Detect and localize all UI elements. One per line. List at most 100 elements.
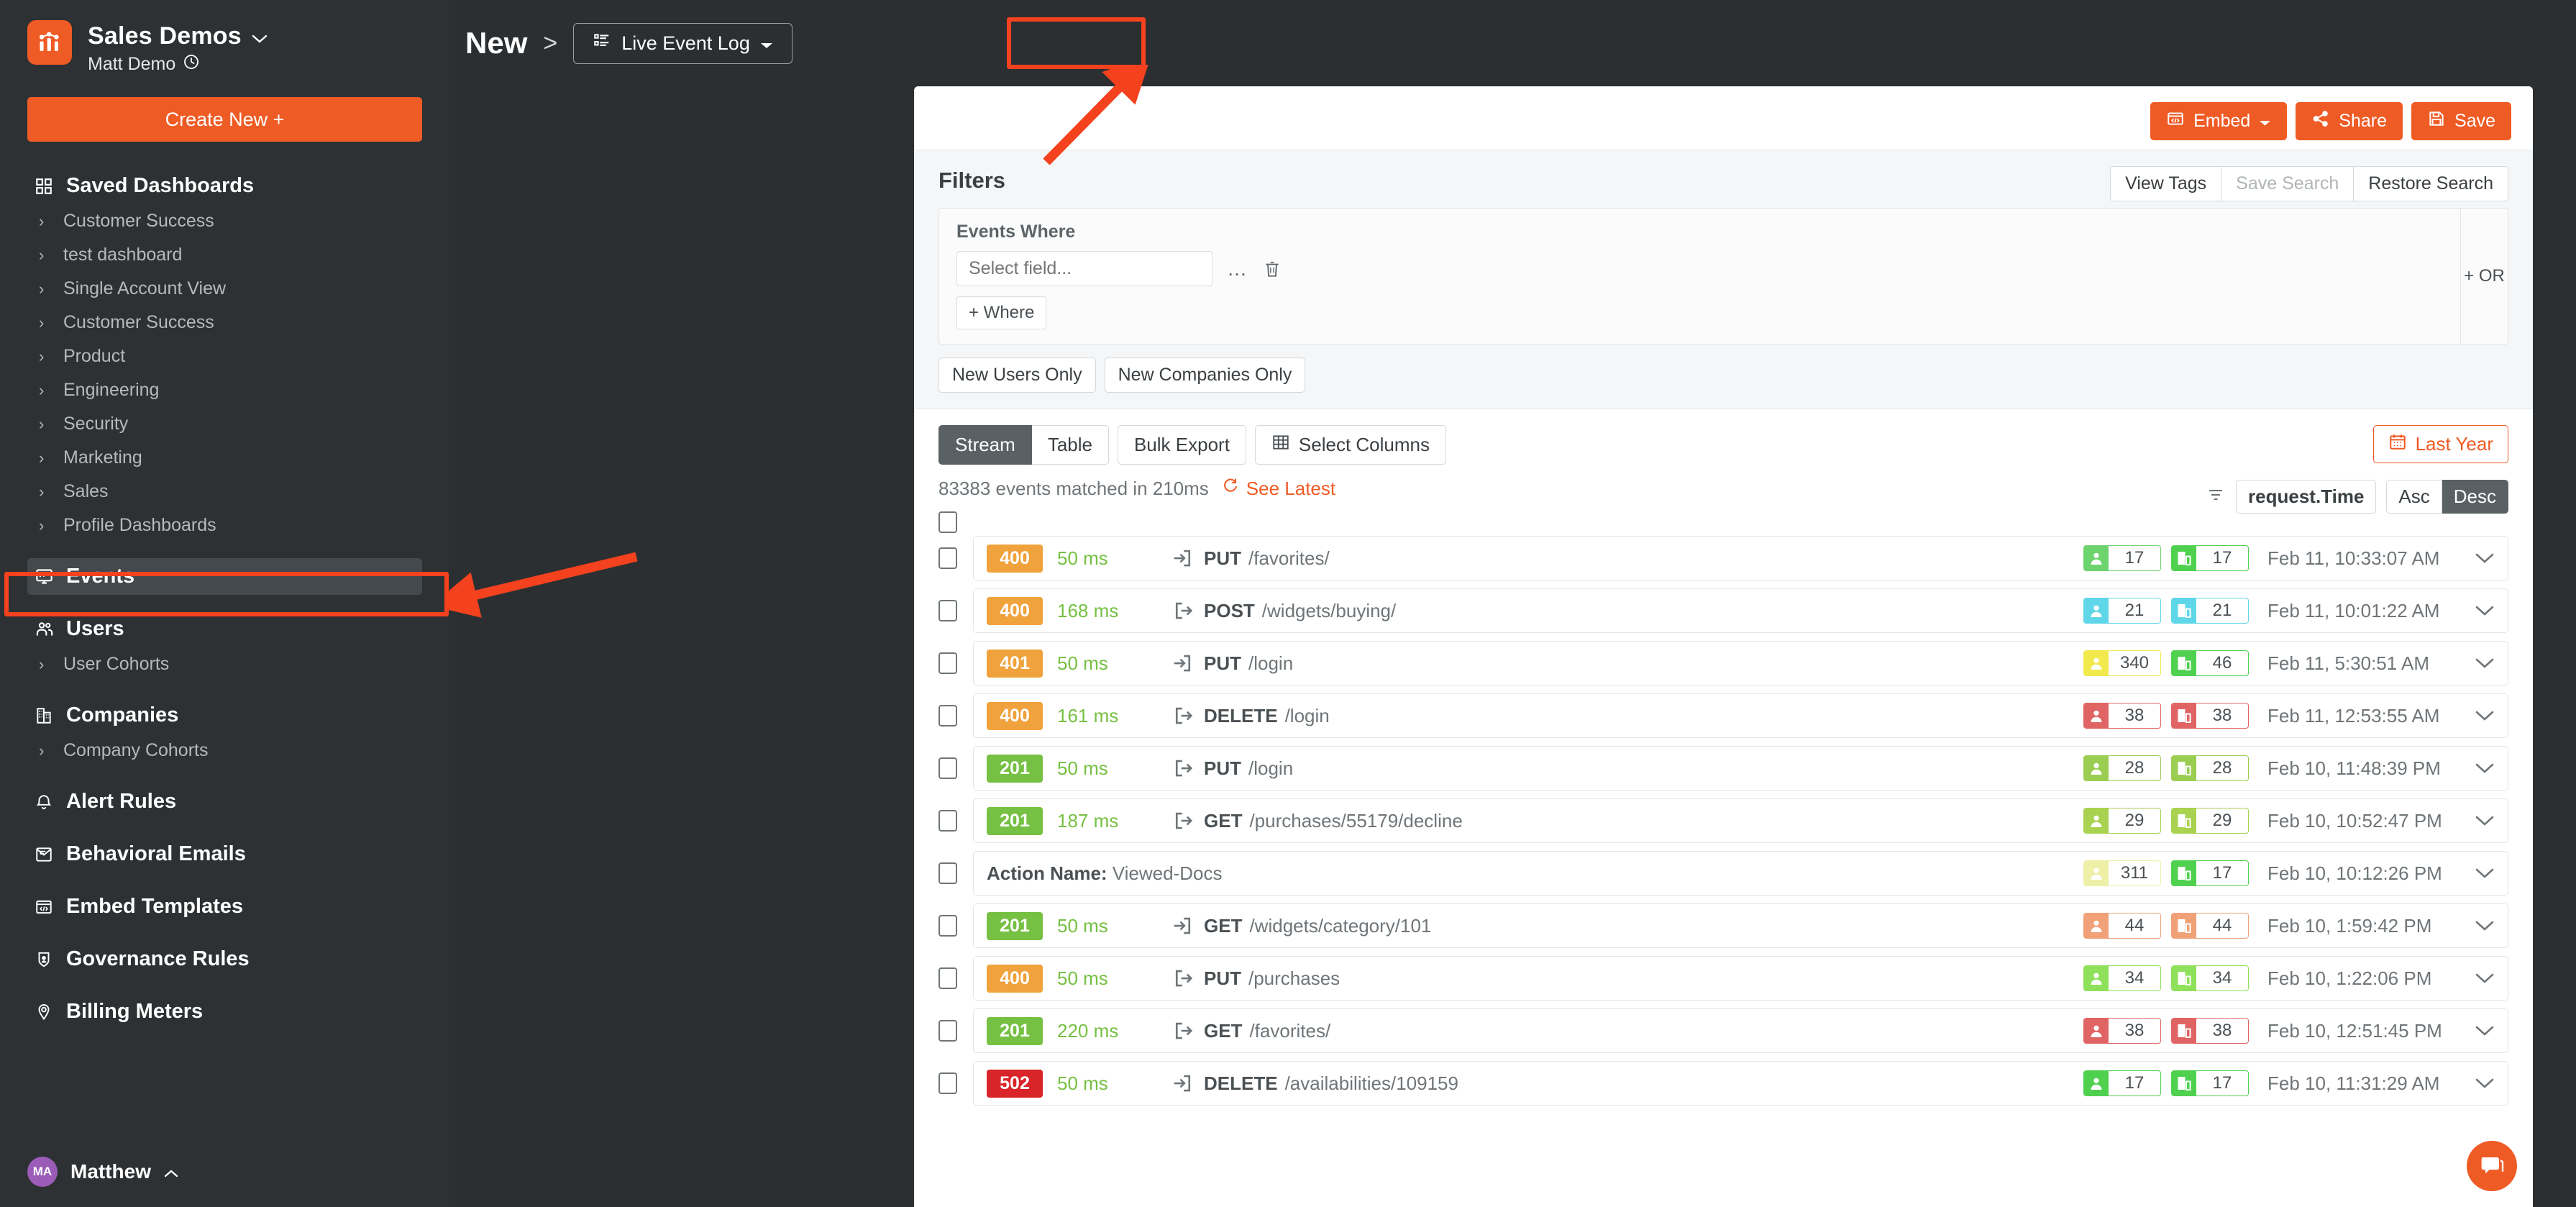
restore-search-button[interactable]: Restore Search	[2354, 166, 2508, 201]
tab-stream[interactable]: Stream	[938, 425, 1032, 465]
create-new-button[interactable]: Create New +	[27, 97, 422, 142]
user-count-value: 21	[2124, 601, 2145, 620]
sidebar-item-billing-meters[interactable]: Billing Meters	[27, 993, 422, 1030]
row-checkbox[interactable]	[938, 705, 957, 727]
sort-desc-button[interactable]: Desc	[2442, 480, 2508, 514]
add-where-button[interactable]: + Where	[956, 296, 1047, 329]
new-users-only-chip[interactable]: New Users Only	[938, 357, 1096, 393]
http-method: DELETE	[1204, 704, 1278, 727]
bulk-export-button[interactable]: Bulk Export	[1117, 425, 1246, 465]
row-checkbox[interactable]	[938, 600, 957, 621]
company-count-badge: 29	[2171, 808, 2249, 834]
sidebar-item-saved-dashboards[interactable]: Saved Dashboards	[27, 168, 422, 204]
row-checkbox[interactable]	[938, 1072, 957, 1094]
sidebar-item-companies[interactable]: Companies	[27, 697, 422, 734]
expand-row-icon[interactable]	[2475, 762, 2495, 775]
expand-row-icon[interactable]	[2475, 867, 2495, 880]
embed-button[interactable]: Embed	[2150, 102, 2288, 140]
sidebar-item-dashboard[interactable]: › Profile Dashboards	[27, 509, 422, 542]
add-or-button[interactable]: + OR	[2460, 209, 2508, 344]
table-row[interactable]: 502 50 ms DELETE/availabilities/109159 17 17…	[938, 1061, 2508, 1106]
table-row[interactable]: 401 50 ms PUT/login 340 46 Feb 11, 5:30:51 AM	[938, 641, 2508, 686]
share-button[interactable]: Share	[2296, 102, 2403, 140]
select-columns-button[interactable]: Select Columns	[1254, 425, 1446, 465]
event-card[interactable]: 201 50 ms PUT/login 28 28 Feb 10, 11:48:39 PM	[973, 746, 2508, 791]
row-checkbox[interactable]	[938, 915, 957, 937]
event-card[interactable]: 201 187 ms GET/purchases/55179/decline 29 29…	[973, 798, 2508, 843]
sidebar-item-dashboard[interactable]: › Security	[27, 407, 422, 441]
expand-row-icon[interactable]	[2475, 814, 2495, 827]
event-card[interactable]: Action Name: Viewed-Docs 311 17 Feb 10, 10:…	[973, 851, 2508, 896]
sort-asc-button[interactable]: Asc	[2386, 480, 2442, 514]
date-range-label: Last Year	[2415, 433, 2493, 455]
workspace-switcher[interactable]: Sales Demos Matt Demo	[27, 0, 422, 76]
sidebar-item-dashboard[interactable]: › test dashboard	[27, 238, 422, 272]
tab-table[interactable]: Table	[1031, 425, 1109, 465]
sidebar-item-events[interactable]: Events	[27, 558, 422, 596]
chat-support-button[interactable]	[2467, 1141, 2517, 1191]
see-latest-button[interactable]: See Latest	[1222, 478, 1335, 500]
select-field-input[interactable]	[956, 251, 1212, 286]
sort-field-button[interactable]: request.Time	[2236, 480, 2377, 514]
sidebar-item-governance-rules[interactable]: Governance Rules	[27, 941, 422, 978]
sidebar-item-dashboard[interactable]: › Product	[27, 340, 422, 373]
table-row[interactable]: Action Name: Viewed-Docs 311 17 Feb 10, 10:…	[938, 851, 2508, 896]
table-row[interactable]: 400 50 ms PUT/favorites/17 17 Feb 11, 10:33:…	[938, 536, 2508, 580]
sidebar-item-dashboard[interactable]: › Single Account View	[27, 272, 422, 306]
sidebar-item-company-cohorts[interactable]: › Company Cohorts	[27, 734, 422, 768]
save-button[interactable]: Save	[2411, 102, 2511, 140]
row-checkbox[interactable]	[938, 862, 957, 884]
event-card[interactable]: 401 50 ms PUT/login 340 46 Feb 11, 5:30:51 AM	[973, 641, 2508, 686]
date-range-button[interactable]: Last Year	[2372, 425, 2508, 463]
sidebar-item-dashboard[interactable]: › Customer Success	[27, 204, 422, 238]
select-all-checkbox[interactable]	[938, 511, 957, 533]
row-checkbox[interactable]	[938, 1020, 957, 1042]
table-row[interactable]: 201 50 ms PUT/login 28 28 Feb 10, 11:48:39 PM	[938, 746, 2508, 791]
row-checkbox[interactable]	[938, 652, 957, 674]
table-row[interactable]: 201 50 ms GET/widgets/category/101 44 44 Feb …	[938, 903, 2508, 948]
expand-row-icon[interactable]	[2475, 552, 2495, 565]
event-card[interactable]: 502 50 ms DELETE/availabilities/109159 17 17…	[973, 1061, 2508, 1106]
table-row[interactable]: 400 168 ms POST/widgets/buying/21 21 Feb 11,…	[938, 588, 2508, 633]
delete-clause-icon[interactable]	[1263, 259, 1282, 279]
expand-row-icon[interactable]	[2475, 972, 2495, 985]
row-checkbox[interactable]	[938, 810, 957, 832]
sidebar-item-dashboard[interactable]: › Marketing	[27, 441, 422, 475]
sidebar-item-embed-templates[interactable]: Embed Templates	[27, 888, 422, 925]
event-card[interactable]: 400 50 ms PUT/favorites/17 17 Feb 11, 10:33:…	[973, 536, 2508, 580]
row-checkbox[interactable]	[938, 967, 957, 989]
event-card[interactable]: 400 161 ms DELETE/login 38 38 Feb 11, 12:53:5…	[973, 693, 2508, 738]
sidebar-item-dashboard[interactable]: › Customer Success	[27, 306, 422, 340]
sort-filter-icon[interactable]	[2206, 486, 2226, 507]
expand-row-icon[interactable]	[2475, 919, 2495, 932]
event-card[interactable]: 400 50 ms PUT/purchases 34 34 Feb 10, 1:22:06…	[973, 956, 2508, 1001]
expand-row-icon[interactable]	[2475, 604, 2495, 617]
expand-row-icon[interactable]	[2475, 1077, 2495, 1090]
event-card[interactable]: 201 220 ms GET/favorites/38 38 Feb 10, 12:51…	[973, 1008, 2508, 1053]
table-row[interactable]: 201 220 ms GET/favorites/38 38 Feb 10, 12:51…	[938, 1008, 2508, 1053]
view-tags-button[interactable]: View Tags	[2110, 166, 2222, 201]
sidebar-item-user-cohorts[interactable]: › User Cohorts	[27, 647, 422, 681]
row-checkbox[interactable]	[938, 547, 957, 569]
sidebar-item-alert-rules[interactable]: Alert Rules	[27, 783, 422, 820]
sidebar-item-behavioral-emails[interactable]: Behavioral Emails	[27, 836, 422, 873]
table-row[interactable]: 201 187 ms GET/purchases/55179/decline 29 29…	[938, 798, 2508, 843]
sidebar-item-users[interactable]: Users	[27, 611, 422, 647]
table-row[interactable]: 400 50 ms PUT/purchases 34 34 Feb 10, 1:22:06…	[938, 956, 2508, 1001]
user-menu[interactable]: MA Matthew	[27, 1157, 178, 1187]
table-row[interactable]: 400 161 ms DELETE/login 38 38 Feb 11, 12:53:5…	[938, 693, 2508, 738]
event-card[interactable]: 201 50 ms GET/widgets/category/101 44 44 Feb …	[973, 903, 2508, 948]
sidebar-item-dashboard[interactable]: › Sales	[27, 475, 422, 509]
new-companies-only-chip[interactable]: New Companies Only	[1104, 357, 1306, 393]
expand-row-icon[interactable]	[2475, 709, 2495, 722]
more-options-icon[interactable]: …	[1227, 258, 1248, 281]
expand-row-icon[interactable]	[2475, 1024, 2495, 1037]
row-checkbox[interactable]	[938, 757, 957, 779]
view-selector-button[interactable]: Live Event Log	[573, 22, 793, 64]
sidebar-item-dashboard[interactable]: › Engineering	[27, 373, 422, 407]
status-badge: 201	[987, 754, 1043, 783]
save-search-button[interactable]: Save Search	[2221, 166, 2355, 201]
company-count-value: 21	[2212, 601, 2232, 620]
expand-row-icon[interactable]	[2475, 657, 2495, 670]
event-card[interactable]: 400 168 ms POST/widgets/buying/21 21 Feb 11,…	[973, 588, 2508, 633]
